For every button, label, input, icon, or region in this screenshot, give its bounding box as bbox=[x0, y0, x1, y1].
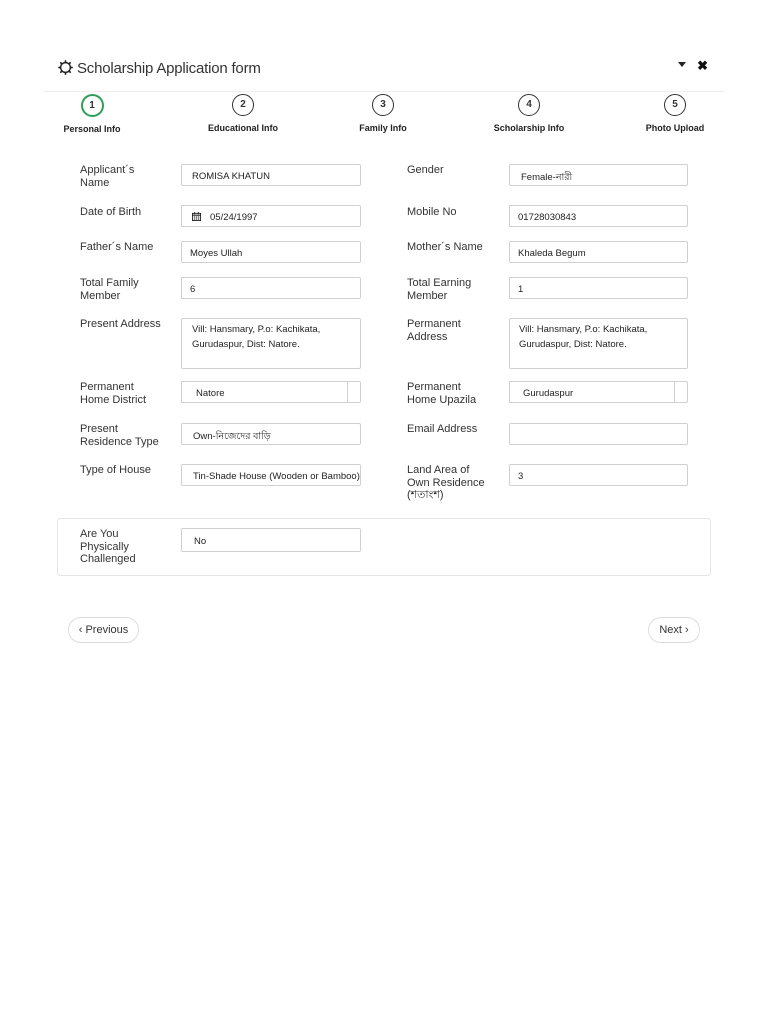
mobile-label: Mobile No bbox=[407, 206, 457, 218]
home-district-select[interactable]: Natore bbox=[181, 381, 361, 403]
gear-icon bbox=[58, 60, 73, 75]
step-label: Educational Info bbox=[207, 123, 278, 133]
house-type-select[interactable]: Tin-Shade House (Wooden or Bamboo) bbox=[181, 464, 361, 486]
total-earning-input[interactable]: 1 bbox=[509, 277, 688, 299]
step-educational-info[interactable]: 2 Educational Info bbox=[193, 94, 293, 133]
page-title: Scholarship Application form bbox=[77, 60, 261, 77]
email-input[interactable] bbox=[509, 423, 688, 445]
permanent-address-label: Permanent Address bbox=[407, 318, 461, 343]
permanent-address-textarea[interactable]: Vill: Hansmary, P.o: Kachikata, Gurudasp… bbox=[509, 318, 688, 369]
residence-type-label: Present Residence Type bbox=[80, 423, 159, 448]
step-number: 2 bbox=[232, 94, 254, 116]
father-name-label: Father´s Name bbox=[80, 241, 154, 253]
close-icon[interactable]: ✖ bbox=[697, 58, 708, 74]
step-scholarship-info[interactable]: 4 Scholarship Info bbox=[479, 94, 579, 133]
form-header: Scholarship Application form ✖ bbox=[58, 58, 714, 82]
mobile-input[interactable]: 01728030843 bbox=[509, 205, 688, 227]
step-photo-upload[interactable]: 5 Photo Upload bbox=[625, 94, 725, 133]
step-number: 1 bbox=[80, 94, 104, 117]
total-family-input[interactable]: 6 bbox=[181, 277, 361, 299]
applicant-name-label: Applicant´s Name bbox=[80, 164, 135, 189]
present-address-textarea[interactable]: Vill: Hansmary, P.o: Kachikata, Gurudasp… bbox=[181, 318, 361, 369]
step-number: 4 bbox=[518, 94, 540, 116]
step-number: 3 bbox=[372, 94, 394, 116]
step-label: Scholarship Info bbox=[493, 123, 565, 133]
step-family-info[interactable]: 3 Family Info bbox=[333, 94, 433, 133]
dob-value: 05/24/1997 bbox=[210, 212, 258, 223]
physically-challenged-select[interactable]: No bbox=[181, 528, 361, 552]
gender-select[interactable]: Female-নারী bbox=[509, 164, 688, 186]
dob-input[interactable]: 05/24/1997 bbox=[181, 205, 361, 227]
home-upazila-label: Permanent Home Upazila bbox=[407, 381, 477, 406]
step-label: Family Info bbox=[359, 123, 407, 133]
previous-button[interactable]: ‹ Previous bbox=[68, 617, 139, 643]
gender-label: Gender bbox=[407, 164, 444, 176]
home-upazila-value: Gurudaspur bbox=[523, 388, 574, 399]
step-number: 5 bbox=[664, 94, 686, 116]
next-button[interactable]: Next › bbox=[648, 617, 700, 643]
mother-name-input[interactable]: Khaleda Begum bbox=[509, 241, 688, 263]
mother-name-label: Mother´s Name bbox=[407, 241, 483, 253]
total-earning-label: Total Earning Member bbox=[407, 277, 472, 302]
calendar-icon bbox=[192, 212, 201, 221]
step-label: Personal Info bbox=[63, 124, 121, 134]
email-label: Email Address bbox=[407, 423, 478, 435]
present-address-label: Present Address bbox=[80, 318, 161, 330]
land-area-label: Land Area of Own Residence (শতাংশ) bbox=[407, 464, 485, 501]
father-name-input[interactable]: Moyes Ullah bbox=[181, 241, 361, 263]
disability-panel bbox=[57, 518, 711, 576]
applicant-name-input[interactable]: ROMISA KHATUN bbox=[181, 164, 361, 186]
home-district-label: Permanent Home District bbox=[80, 381, 147, 406]
step-personal-info[interactable]: 1 Personal Info bbox=[42, 94, 142, 134]
dropdown-toggle[interactable] bbox=[347, 382, 360, 402]
home-upazila-select[interactable]: Gurudaspur bbox=[509, 381, 688, 403]
collapse-caret-icon[interactable] bbox=[678, 62, 686, 67]
total-family-label: Total Family Member bbox=[80, 277, 139, 302]
home-district-value: Natore bbox=[196, 388, 225, 399]
land-area-input[interactable]: 3 bbox=[509, 464, 688, 486]
dropdown-toggle[interactable] bbox=[674, 382, 687, 402]
dob-label: Date of Birth bbox=[80, 206, 142, 218]
step-label: Photo Upload bbox=[645, 123, 705, 133]
physically-challenged-label: Are You Physically Challenged bbox=[80, 528, 136, 565]
house-type-label: Type of House bbox=[80, 464, 151, 476]
residence-type-select[interactable]: Own-নিজেদের বাড়ি bbox=[181, 423, 361, 445]
header-divider bbox=[44, 91, 724, 92]
